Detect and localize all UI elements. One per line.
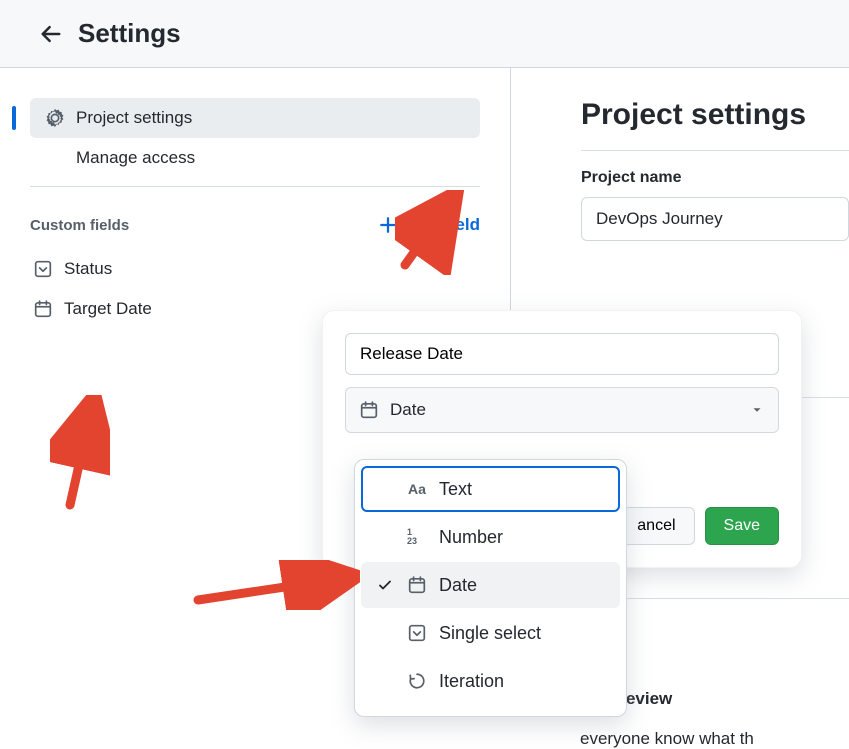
sidebar: Project settings Manage access Custom fi… [0,68,510,329]
caret-down-icon [750,403,764,417]
calendar-icon [407,576,427,594]
gear-icon [46,109,64,127]
calendar-icon [360,401,378,419]
divider [581,150,849,151]
dropdown-option-label: Date [439,575,477,596]
project-name-input[interactable] [581,197,849,241]
field-type-dropdown: Aa Text 123 Number Date Single select It… [354,459,627,717]
number-icon: 123 [407,528,427,546]
iteration-icon [407,672,427,690]
dropdown-option-text[interactable]: Aa Text [361,466,620,512]
single-select-icon [34,260,52,278]
cancel-button[interactable]: ancel [618,507,694,545]
main-panel: Project settings Project name [510,68,849,329]
custom-fields-label: Custom fields [30,217,129,234]
dropdown-option-single-select[interactable]: Single select [361,610,620,656]
custom-field-status[interactable]: Status [30,249,480,289]
new-field-label: New field [405,215,480,235]
main-title: Project settings [581,98,849,132]
dropdown-option-label: Single select [439,623,541,644]
sidebar-item-label: Project settings [76,108,192,128]
dropdown-option-label: Iteration [439,671,504,692]
project-name-label: Project name [581,169,849,187]
field-type-select[interactable]: Date [345,387,779,433]
calendar-icon [34,300,52,318]
dropdown-option-number[interactable]: 123 Number [361,514,620,560]
dropdown-option-label: Text [439,479,472,500]
sidebar-item-project-settings[interactable]: Project settings [30,98,480,138]
sidebar-item-label: Manage access [76,148,195,168]
plus-icon [379,216,397,234]
custom-field-label: Target Date [64,299,152,319]
readme-text-fragment: everyone know what th [580,729,849,749]
single-select-icon [407,624,427,642]
check-icon [375,577,395,593]
sidebar-item-manage-access[interactable]: Manage access [30,138,480,178]
page-header: Settings [0,0,849,68]
custom-field-label: Status [64,259,112,279]
dropdown-option-iteration[interactable]: Iteration [361,658,620,704]
page-title: Settings [78,18,181,49]
dropdown-option-label: Number [439,527,503,548]
back-arrow-icon[interactable] [40,23,62,45]
text-icon: Aa [407,481,427,497]
field-name-input[interactable] [345,333,779,375]
annotation-arrow [50,395,110,515]
save-button[interactable]: Save [705,507,779,545]
dropdown-option-date[interactable]: Date [361,562,620,608]
field-type-selected-label: Date [390,400,426,420]
new-field-button[interactable]: New field [379,215,480,235]
